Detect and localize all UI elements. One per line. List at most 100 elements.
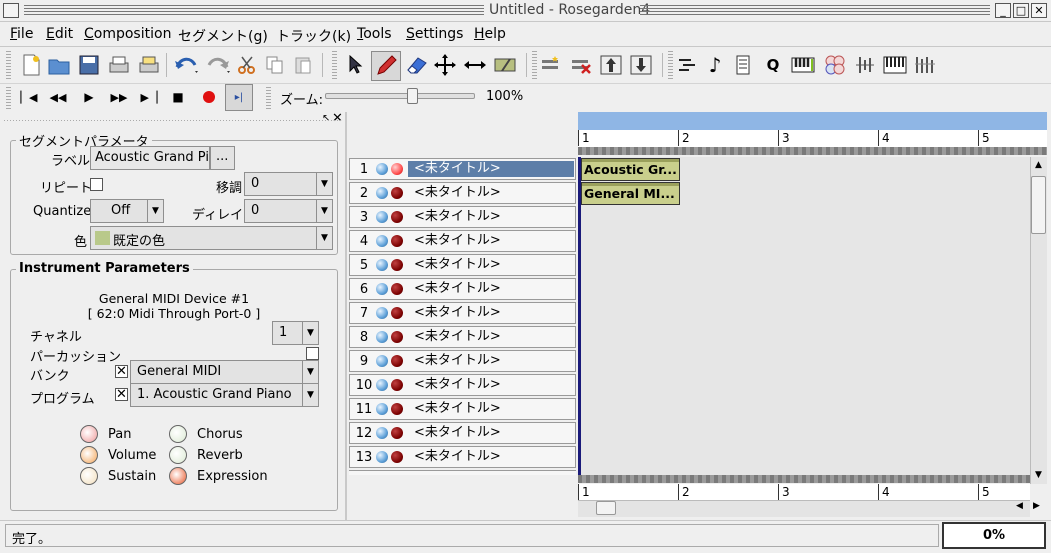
go-to-start-icon[interactable]: ▏◀ bbox=[16, 84, 42, 110]
audio-mixer-icon[interactable] bbox=[852, 52, 878, 78]
undo-icon[interactable] bbox=[172, 52, 202, 78]
copy-icon[interactable] bbox=[262, 52, 288, 78]
notation-editor-icon[interactable]: ♪ bbox=[702, 52, 728, 78]
redo-icon[interactable] bbox=[204, 52, 234, 78]
record-led-icon[interactable] bbox=[391, 379, 403, 391]
bar-ruler[interactable] bbox=[578, 130, 1047, 147]
expression-knob-icon[interactable] bbox=[169, 467, 187, 485]
chevron-down-icon[interactable]: ▼ bbox=[302, 384, 318, 406]
record-led-icon[interactable] bbox=[391, 427, 403, 439]
toolbar-handle[interactable] bbox=[668, 51, 673, 79]
print-preview-icon[interactable] bbox=[136, 52, 162, 78]
transpose-combo[interactable]: 0 ▼ bbox=[244, 172, 333, 196]
menu-track[interactable]: トラック(k) bbox=[276, 26, 351, 46]
toolbar-handle[interactable] bbox=[532, 51, 537, 79]
menu-file[interactable]: File bbox=[10, 26, 33, 42]
track-name[interactable]: <未タイトル> bbox=[408, 209, 574, 225]
quantize-combo[interactable]: Off ▼ bbox=[90, 199, 164, 223]
title-bar[interactable]: Untitled - Rosegarden4 _ □ ✕ bbox=[0, 0, 1051, 22]
resize-icon[interactable] bbox=[462, 52, 488, 78]
track-row[interactable]: 1 <未タイトル> bbox=[349, 158, 576, 180]
mute-led-icon[interactable] bbox=[376, 403, 388, 415]
chevron-down-icon[interactable]: ▼ bbox=[316, 227, 332, 249]
panel-splitter[interactable] bbox=[345, 112, 347, 520]
program-enable-checkbox[interactable]: ✕ bbox=[115, 388, 128, 401]
minimize-button[interactable]: _ bbox=[995, 3, 1011, 18]
close-button[interactable]: ✕ bbox=[1031, 3, 1047, 18]
track-row[interactable]: 4 <未タイトル> bbox=[349, 230, 576, 252]
track-name[interactable]: <未タイトル> bbox=[408, 425, 574, 441]
menu-edit[interactable]: Edit bbox=[46, 26, 73, 42]
record-led-icon[interactable] bbox=[391, 451, 403, 463]
rewind-icon[interactable]: ◀◀ bbox=[45, 84, 71, 110]
record-led-icon[interactable] bbox=[391, 283, 403, 295]
color-combo[interactable]: 既定の色 ▼ bbox=[90, 226, 333, 250]
record-led-icon[interactable] bbox=[391, 331, 403, 343]
track-name[interactable]: <未タイトル> bbox=[408, 281, 574, 297]
track-name[interactable]: <未タイトル> bbox=[408, 353, 574, 369]
maximize-button[interactable]: □ bbox=[1013, 3, 1029, 18]
add-track-icon[interactable] bbox=[538, 52, 564, 78]
mute-led-icon[interactable] bbox=[376, 259, 388, 271]
event-list-icon[interactable] bbox=[730, 52, 756, 78]
draw-pencil-icon[interactable] bbox=[371, 51, 401, 81]
track-row[interactable]: 5 <未タイトル> bbox=[349, 254, 576, 276]
record-led-icon[interactable] bbox=[391, 163, 403, 175]
track-name[interactable]: <未タイトル> bbox=[408, 257, 574, 273]
bank-enable-checkbox[interactable]: ✕ bbox=[115, 365, 128, 378]
record-icon[interactable] bbox=[196, 84, 222, 110]
select-arrow-icon[interactable] bbox=[342, 52, 368, 78]
scroll-down-icon[interactable]: ▼ bbox=[1031, 470, 1046, 484]
track-row[interactable]: 10 <未タイトル> bbox=[349, 374, 576, 396]
delay-combo[interactable]: 0 ▼ bbox=[244, 199, 333, 223]
mute-led-icon[interactable] bbox=[376, 307, 388, 319]
fast-forward-icon[interactable]: ▶▶ bbox=[106, 84, 132, 110]
mute-led-icon[interactable] bbox=[376, 283, 388, 295]
record-led-icon[interactable] bbox=[391, 403, 403, 415]
track-name[interactable]: <未タイトル> bbox=[408, 161, 574, 177]
eraser-icon[interactable] bbox=[404, 52, 430, 78]
record-led-icon[interactable] bbox=[391, 187, 403, 199]
track-name[interactable]: <未タイトル> bbox=[408, 377, 574, 393]
track-name[interactable]: <未タイトル> bbox=[408, 329, 574, 345]
scroll-right-icon[interactable]: ▶ bbox=[1029, 501, 1044, 516]
record-led-icon[interactable] bbox=[391, 259, 403, 271]
chevron-down-icon[interactable]: ▼ bbox=[302, 361, 318, 383]
synth-icon[interactable] bbox=[912, 52, 938, 78]
track-row[interactable]: 13 <未タイトル> bbox=[349, 446, 576, 468]
zoom-slider-track[interactable] bbox=[325, 93, 475, 99]
repeat-checkbox[interactable] bbox=[90, 178, 103, 191]
print-icon[interactable] bbox=[106, 52, 132, 78]
move-icon[interactable] bbox=[432, 52, 458, 78]
mute-led-icon[interactable] bbox=[376, 235, 388, 247]
mixer-icon[interactable] bbox=[822, 52, 848, 78]
reverb-knob-icon[interactable] bbox=[169, 446, 187, 464]
open-folder-icon[interactable] bbox=[46, 52, 72, 78]
move-track-up-icon[interactable] bbox=[598, 52, 624, 78]
vertical-scroll-thumb[interactable] bbox=[1031, 176, 1046, 234]
chevron-down-icon[interactable]: ▼ bbox=[147, 200, 163, 222]
window-menu-button[interactable] bbox=[3, 3, 19, 18]
bottom-bar-ruler[interactable] bbox=[578, 484, 1030, 500]
stop-icon[interactable]: ■ bbox=[165, 84, 191, 110]
segment-acoustic[interactable]: Acoustic Gr... bbox=[581, 158, 680, 181]
record-led-icon[interactable] bbox=[391, 307, 403, 319]
quantize-icon[interactable]: Q bbox=[760, 52, 786, 78]
track-name[interactable]: <未タイトル> bbox=[408, 185, 574, 201]
new-file-icon[interactable] bbox=[18, 52, 44, 78]
channel-combo[interactable]: 1 ▼ bbox=[272, 321, 319, 345]
undock-icon[interactable]: ↖ bbox=[322, 113, 330, 124]
track-row[interactable]: 7 <未タイトル> bbox=[349, 302, 576, 324]
record-led-icon[interactable] bbox=[391, 211, 403, 223]
segment-label-edit-button[interactable]: ... bbox=[210, 146, 235, 170]
scroll-left-icon[interactable]: ◀ bbox=[1012, 501, 1027, 516]
zoom-slider-thumb[interactable] bbox=[407, 88, 418, 104]
track-row[interactable]: 12 <未タイトル> bbox=[349, 422, 576, 444]
save-icon[interactable] bbox=[76, 52, 102, 78]
horizontal-scroll-thumb[interactable] bbox=[596, 501, 616, 515]
track-row[interactable]: 8 <未タイトル> bbox=[349, 326, 576, 348]
volume-knob-icon[interactable] bbox=[80, 446, 98, 464]
track-row[interactable]: 3 <未タイトル> bbox=[349, 206, 576, 228]
record-led-icon[interactable] bbox=[391, 355, 403, 367]
track-row[interactable]: 6 <未タイトル> bbox=[349, 278, 576, 300]
